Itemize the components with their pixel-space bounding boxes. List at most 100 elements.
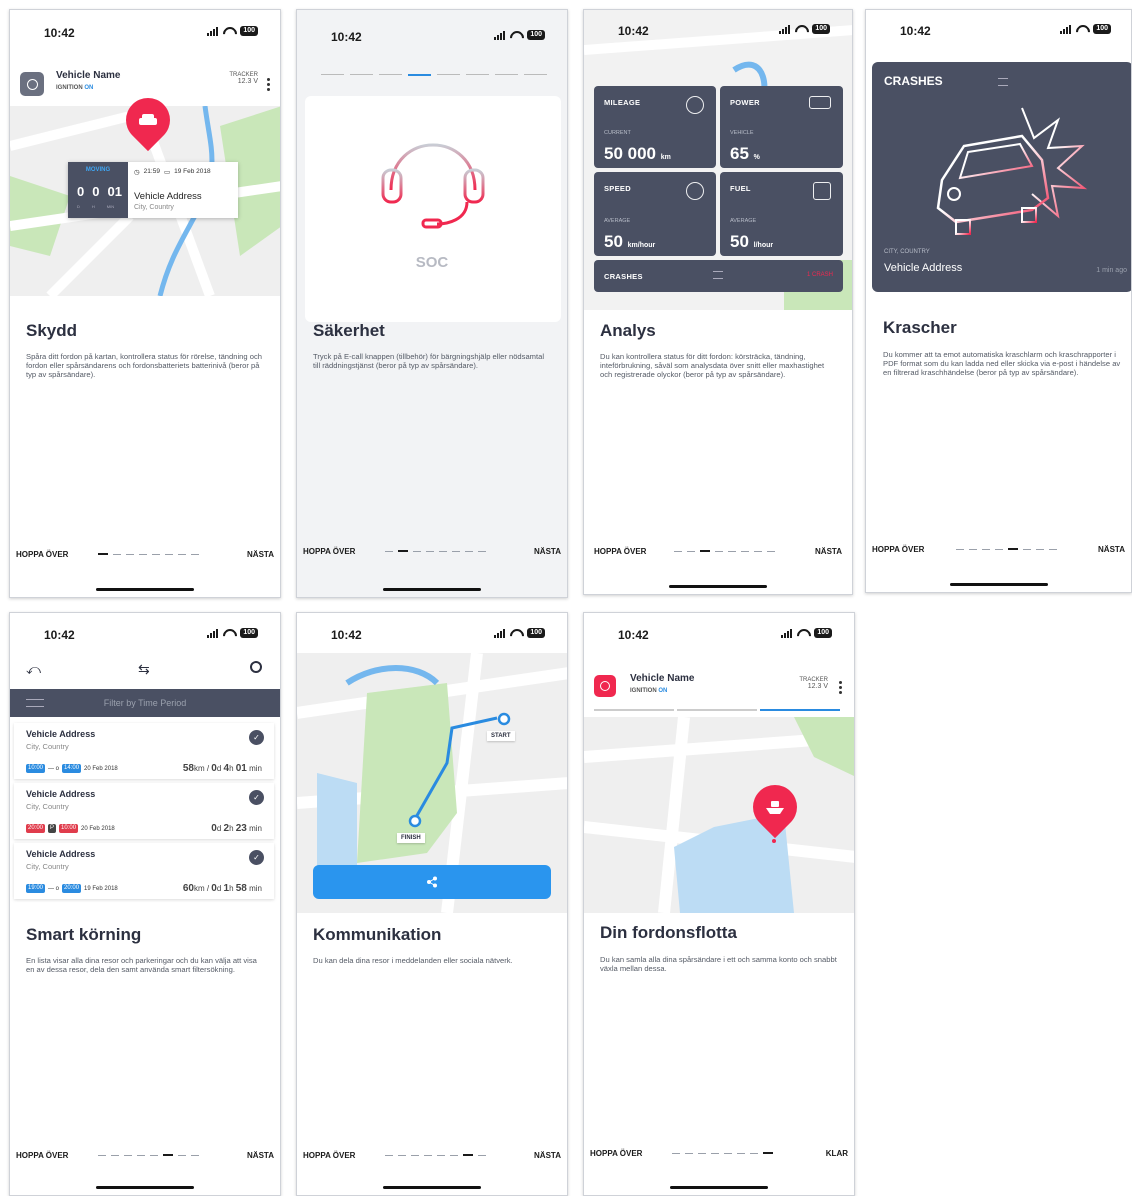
- mileage-card[interactable]: MILEAGE CURRENT 50 000 km: [594, 86, 716, 168]
- vehicle-pin[interactable]: [116, 88, 180, 152]
- power-label: POWER: [730, 98, 760, 107]
- screen-analys: 10:42 100 MILEAGE CURRENT 50 000 km POWE…: [583, 9, 853, 595]
- status-icons: 100: [779, 24, 830, 34]
- signal-icon: [779, 24, 791, 34]
- status-icons: 100: [1060, 24, 1111, 34]
- skip-button[interactable]: HOPPA ÖVER: [594, 547, 646, 556]
- trip-item[interactable]: Vehicle Address City, Country ✓ 19:00— o…: [14, 843, 274, 899]
- fuel-sub: AVERAGE: [730, 218, 757, 224]
- car-icon: [126, 98, 170, 142]
- page-description: Du kommer att ta emot automatiska krasch…: [883, 350, 1121, 377]
- page-title: Kommunikation: [313, 925, 442, 944]
- crash-count: 1 CRASH: [806, 272, 833, 278]
- tracker-info: TRACKER 12.3 V: [799, 677, 828, 690]
- page-indicator: [385, 550, 486, 552]
- status-icons: 100: [781, 628, 832, 638]
- check-icon[interactable]: ✓: [249, 850, 264, 865]
- filter-bar[interactable]: Filter by Time Period: [10, 689, 280, 717]
- next-button[interactable]: NÄSTA: [534, 547, 561, 556]
- status-icons: 100: [494, 30, 545, 40]
- battery-icon: 100: [527, 30, 545, 40]
- battery-icon: 100: [1093, 24, 1111, 34]
- screen-fordonsflotta: 10:42 100 Vehicle Name IGNITION ON TRACK…: [583, 612, 855, 1196]
- signal-icon: [494, 628, 506, 638]
- power-button[interactable]: [594, 675, 616, 697]
- power-sub: VEHICLE: [730, 130, 754, 136]
- home-indicator: [949, 583, 1048, 586]
- next-button[interactable]: NÄSTA: [534, 1151, 561, 1160]
- next-button[interactable]: NÄSTA: [247, 550, 274, 559]
- status-time: 10:42: [44, 26, 75, 40]
- page-description: En lista visar alla dina resor och parke…: [26, 956, 257, 974]
- fuel-value: 50 l/hour: [730, 232, 774, 251]
- next-button[interactable]: NÄSTA: [247, 1151, 274, 1160]
- page-indicator: [956, 548, 1057, 550]
- start-label: START: [487, 731, 515, 741]
- status-time: 10:42: [331, 30, 362, 44]
- crashes-bar[interactable]: CRASHES 1 CRASH: [594, 260, 843, 292]
- swap-icon[interactable]: ⇆: [138, 661, 150, 678]
- crashes-label: CRASHES: [604, 272, 643, 281]
- status-popup[interactable]: MOVING 0 0 01 D H MIN ◷ 21:59 ▭ 19 Feb 2018 Veh…: [68, 162, 238, 218]
- vehicle-switcher-tabs[interactable]: [594, 709, 840, 711]
- wifi-icon: [223, 629, 235, 638]
- next-button[interactable]: NÄSTA: [815, 547, 842, 556]
- popup-city: City, Country: [134, 204, 174, 211]
- trip-address: Vehicle Address: [26, 849, 96, 859]
- skip-button[interactable]: HOPPA ÖVER: [303, 1151, 355, 1160]
- skip-button[interactable]: HOPPA ÖVER: [16, 550, 68, 559]
- signal-icon: [207, 628, 219, 638]
- vehicle-name: Vehicle Name: [56, 70, 121, 81]
- speed-sub: AVERAGE: [604, 218, 631, 224]
- screen-krascher: 10:42 100 CRASHES CITY, COUNTRY Vehicle …: [865, 9, 1132, 593]
- more-menu-icon[interactable]: [267, 78, 270, 93]
- fuel-nozzle-icon: [813, 182, 831, 200]
- power-icon: [26, 78, 38, 90]
- unit-d: D: [77, 204, 80, 209]
- vehicle-pin[interactable]: [743, 775, 807, 839]
- back-icon[interactable]: ⤺: [26, 661, 41, 678]
- share-button[interactable]: [313, 865, 551, 899]
- popup-address: Vehicle Address: [134, 191, 202, 202]
- page-indicator: [674, 550, 775, 552]
- wifi-icon: [510, 31, 522, 40]
- signal-icon: [494, 30, 506, 40]
- skip-button[interactable]: HOPPA ÖVER: [872, 545, 924, 554]
- next-button[interactable]: NÄSTA: [1098, 545, 1125, 554]
- status-time: 10:42: [618, 24, 649, 38]
- mileage-label: MILEAGE: [604, 98, 641, 107]
- signal-icon: [1060, 24, 1072, 34]
- check-icon[interactable]: ✓: [249, 730, 264, 745]
- moving-label: MOVING: [85, 167, 111, 173]
- crash-card[interactable]: CRASHES CITY, COUNTRY Vehicle Address 1 …: [872, 62, 1131, 292]
- battery-car-icon: [809, 96, 831, 109]
- crash-time-ago: 1 min ago: [1096, 267, 1127, 274]
- signal-icon: [781, 628, 793, 638]
- finish-label: FINISH: [397, 833, 425, 843]
- screen-sakerhet: 10:42 100 SOC Säkerhet Tryck på E-call k…: [296, 9, 568, 598]
- power-button[interactable]: [20, 72, 44, 96]
- trip-city: City, Country: [26, 802, 69, 811]
- trip-item[interactable]: Vehicle Address City, Country ✓ 10:00— o…: [14, 723, 274, 779]
- skip-button[interactable]: HOPPA ÖVER: [590, 1149, 642, 1158]
- home-indicator: [669, 585, 767, 588]
- search-icon[interactable]: [250, 661, 262, 673]
- status-icons: 100: [494, 628, 545, 638]
- done-button[interactable]: KLAR: [826, 1149, 848, 1158]
- page-title: Skydd: [26, 321, 78, 340]
- power-card[interactable]: POWER VEHICLE 65 %: [720, 86, 843, 168]
- skip-button[interactable]: HOPPA ÖVER: [303, 547, 355, 556]
- fuel-card[interactable]: FUEL AVERAGE 50 l/hour: [720, 172, 843, 256]
- check-icon[interactable]: ✓: [249, 790, 264, 805]
- more-menu-icon[interactable]: [839, 681, 842, 696]
- trip-item[interactable]: Vehicle Address City, Country ✓ 20:00 P 10…: [14, 783, 274, 839]
- map-view[interactable]: [584, 717, 854, 913]
- power-icon: [600, 681, 610, 691]
- speed-card[interactable]: SPEED AVERAGE 50 km/hour: [594, 172, 716, 256]
- trip-times: 10:00— o 14:00 20 Feb 2018: [26, 764, 118, 773]
- skip-button[interactable]: HOPPA ÖVER: [16, 1151, 68, 1160]
- page-description: Tryck på E-call knappen (tillbehör) för …: [313, 352, 545, 370]
- screen-kommunikation: 10:42 100 START FINISH Kommunikation Du …: [296, 612, 568, 1196]
- status-time: 10:42: [618, 628, 649, 642]
- trip-summary: 60km / 0d 1h 58 min: [182, 883, 262, 894]
